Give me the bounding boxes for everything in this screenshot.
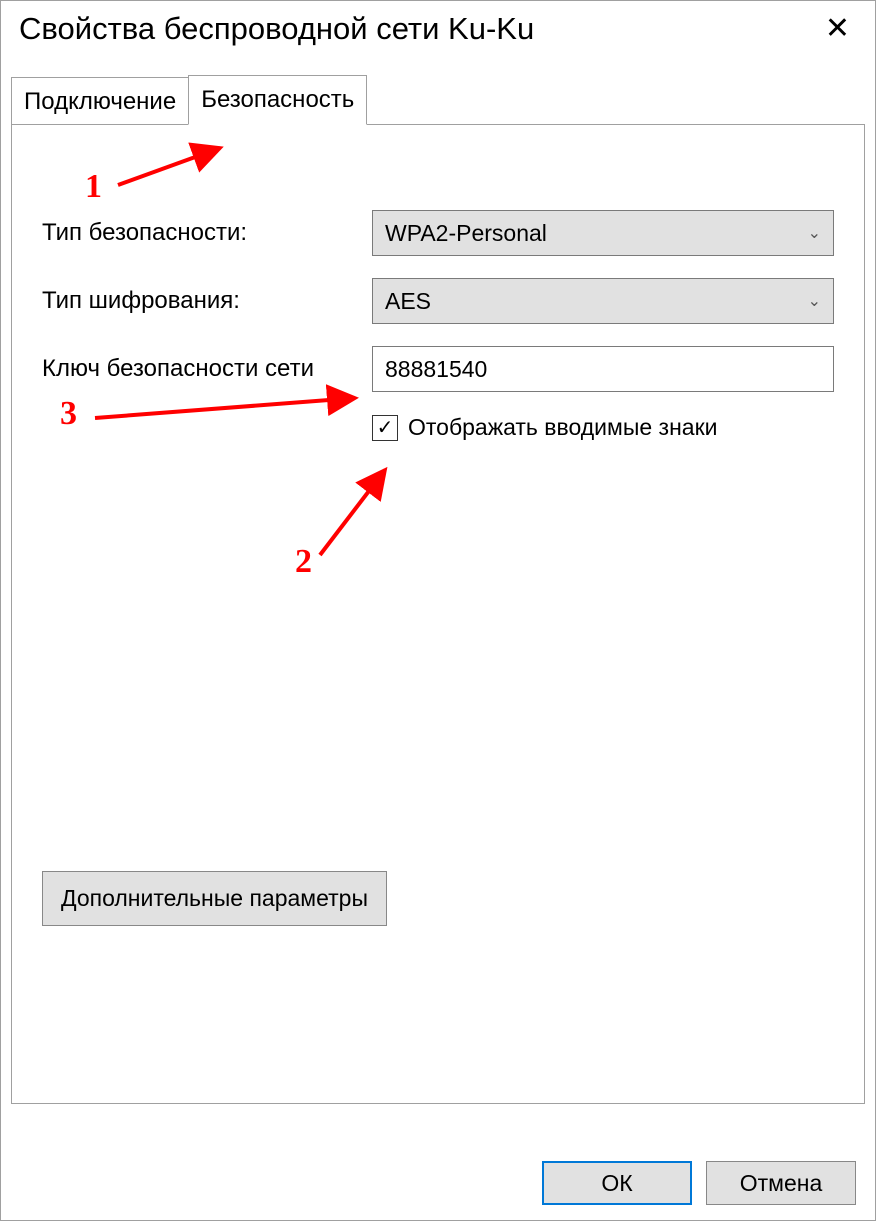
network-key-input[interactable]	[372, 346, 834, 392]
titlebar: Свойства беспроводной сети Ku-Ku ✕	[1, 1, 875, 65]
tab-strip: Подключение Безопасность	[1, 75, 875, 124]
window-title: Свойства беспроводной сети Ku-Ku	[19, 11, 534, 47]
chevron-down-icon: ⌄	[808, 223, 821, 243]
checkmark-icon: ✓	[377, 418, 394, 438]
tab-connection-label: Подключение	[24, 88, 176, 115]
close-icon: ✕	[825, 12, 850, 45]
encryption-type-value: AES	[385, 288, 431, 315]
show-chars-label: Отображать вводимые знаки	[408, 414, 718, 441]
encryption-type-select[interactable]: AES ⌄	[372, 278, 834, 324]
chevron-down-icon: ⌄	[808, 291, 821, 311]
cancel-button[interactable]: Отмена	[706, 1161, 856, 1205]
network-key-label: Ключ безопасности сети	[42, 355, 372, 383]
tab-content-security: Тип безопасности: WPA2-Personal ⌄ Тип ши…	[11, 124, 865, 1104]
show-chars-row: ✓ Отображать вводимые знаки	[372, 414, 834, 441]
dialog-footer: ОК Отмена	[542, 1161, 856, 1205]
network-key-row: Ключ безопасности сети	[42, 346, 834, 392]
security-type-value: WPA2-Personal	[385, 220, 547, 247]
close-button[interactable]: ✕	[815, 14, 860, 44]
security-type-row: Тип безопасности: WPA2-Personal ⌄	[42, 210, 834, 256]
cancel-button-label: Отмена	[740, 1170, 823, 1196]
advanced-settings-button[interactable]: Дополнительные параметры	[42, 871, 387, 926]
ok-button-label: ОК	[601, 1170, 632, 1196]
ok-button[interactable]: ОК	[542, 1161, 692, 1205]
advanced-settings-label: Дополнительные параметры	[61, 885, 368, 911]
encryption-type-label: Тип шифрования:	[42, 287, 372, 315]
wifi-properties-window: Свойства беспроводной сети Ku-Ku ✕ Подкл…	[0, 0, 876, 1221]
encryption-type-row: Тип шифрования: AES ⌄	[42, 278, 834, 324]
security-type-select[interactable]: WPA2-Personal ⌄	[372, 210, 834, 256]
security-type-label: Тип безопасности:	[42, 219, 372, 247]
tab-connection[interactable]: Подключение	[11, 77, 189, 126]
tab-security[interactable]: Безопасность	[188, 75, 367, 125]
tab-security-label: Безопасность	[201, 86, 354, 113]
show-chars-checkbox[interactable]: ✓	[372, 415, 398, 441]
